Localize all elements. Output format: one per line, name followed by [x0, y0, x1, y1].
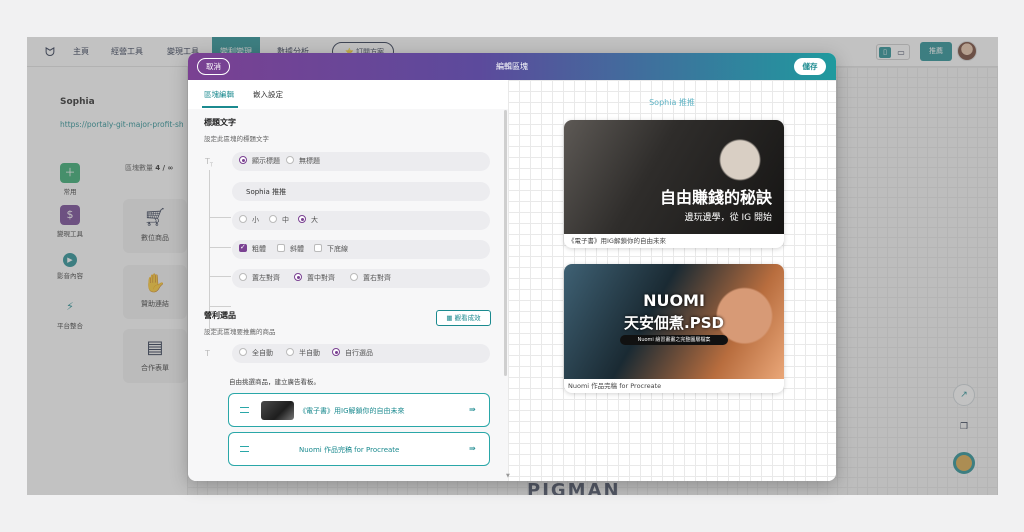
- card-subline: 邊玩邊學，從 IG 開始: [684, 213, 772, 223]
- option-label: 半自動: [299, 349, 320, 357]
- option-label: 下底線: [327, 245, 348, 253]
- radio-self-select[interactable]: 自行選品: [332, 348, 373, 358]
- title-section-heading: 標題文字: [204, 118, 236, 127]
- card-headline: 自由賺錢的秘訣: [659, 188, 772, 207]
- option-label: 中: [282, 216, 289, 224]
- option-label: 粗體: [252, 245, 266, 253]
- modal-header: 編輯區塊 取消 儲存: [188, 53, 836, 80]
- radio-indicator: [298, 215, 306, 223]
- radio-indicator: [286, 348, 294, 356]
- checkbox-indicator: [239, 243, 247, 252]
- checkbox-underline[interactable]: 下底線: [314, 244, 348, 254]
- preview-image: NUOMI 天安佃煮.PSD Nuomi 繪習畫畫之完整圖層檔案: [564, 264, 784, 379]
- radio-fully-auto[interactable]: 全自動: [239, 348, 273, 358]
- title-section-desc: 設定此區塊的標題文字: [204, 135, 269, 143]
- tree-line: [209, 170, 210, 328]
- tab-bar: 區塊編輯 嵌入設定: [188, 80, 508, 109]
- checkbox-bold[interactable]: 粗體: [239, 243, 266, 254]
- radio-indicator: [350, 273, 358, 281]
- option-label: 置左對齊: [252, 274, 280, 282]
- curated-hint: 自由挑選商品，建立廣告看板。: [229, 378, 320, 386]
- modal-title: 編輯區塊: [496, 62, 528, 71]
- radio-show-title[interactable]: 顯示標題: [239, 156, 280, 166]
- radio-indicator: [239, 273, 247, 281]
- radio-indicator: [332, 348, 340, 356]
- radio-indicator: [294, 273, 302, 281]
- text-icon: T: [205, 349, 210, 358]
- radio-size-small[interactable]: 小: [239, 215, 259, 225]
- save-button[interactable]: 儲存: [794, 58, 826, 75]
- checkbox-italic[interactable]: 斜體: [277, 244, 304, 254]
- card-subline: 天安佃煮.PSD: [624, 314, 724, 332]
- editor-scrollbar[interactable]: [504, 110, 507, 376]
- preview-title: Sophia 推推: [649, 98, 695, 107]
- tree-line: [209, 217, 231, 218]
- view-results-label: 觀看成效: [454, 314, 481, 322]
- card-caption: 《電子書》用IG解鎖你的自由未來: [568, 237, 666, 245]
- drag-handle-icon[interactable]: [240, 446, 249, 452]
- radio-indicator: [269, 215, 277, 223]
- card-headline: NUOMI: [643, 291, 705, 310]
- radio-indicator: [239, 156, 247, 164]
- preview-card[interactable]: NUOMI 天安佃煮.PSD Nuomi 繪習畫畫之完整圖層檔案 Nuomi 作…: [564, 264, 784, 393]
- option-label: 全自動: [252, 349, 273, 357]
- product-item[interactable]: 《電子書》用IG解鎖你的自由未來 ⇛: [228, 393, 490, 427]
- tree-line: [209, 276, 231, 277]
- option-label: 置右對齊: [363, 274, 391, 282]
- product-thumbnail: [261, 401, 294, 420]
- radio-align-center[interactable]: 置中對齊: [294, 273, 335, 283]
- tree-line: [209, 247, 231, 248]
- checkbox-indicator: [314, 244, 322, 252]
- title-visibility-row: 顯示標題 無標題: [232, 152, 490, 171]
- preview-panel: Sophia 推推 自由賺錢的秘訣 邊玩邊學，從 IG 開始 《電子書》用IG解…: [508, 80, 836, 481]
- profit-section-heading: 營利選品: [204, 311, 236, 320]
- title-size-row: 小 中 大: [232, 211, 490, 230]
- option-label: 無標題: [299, 157, 320, 165]
- radio-indicator: [286, 156, 294, 164]
- product-name: 《電子書》用IG解鎖你的自由未來: [299, 407, 405, 415]
- product-name: Nuomi 作品完稿 for Procreate: [299, 446, 400, 454]
- product-item[interactable]: Nuomi 作品完稿 for Procreate ⇛: [228, 432, 490, 466]
- edit-block-modal: 編輯區塊 取消 儲存 區塊編輯 嵌入設定 標題文字 設定此區塊的標題文字 TT …: [188, 53, 836, 481]
- option-label: 自行選品: [345, 349, 373, 357]
- title-align-row: 置左對齊 置中對齊 置右對齊: [232, 269, 490, 288]
- radio-indicator: [239, 348, 247, 356]
- tree-line: [209, 306, 231, 307]
- radio-semi-auto[interactable]: 半自動: [286, 348, 320, 358]
- title-style-row: 粗體 斜體 下底線: [232, 240, 490, 259]
- preview-card[interactable]: 自由賺錢的秘訣 邊玩邊學，從 IG 開始 《電子書》用IG解鎖你的自由未來: [564, 120, 784, 248]
- product-thumbnail: [261, 440, 294, 459]
- text-icon: TT: [205, 157, 213, 169]
- scroll-down-icon[interactable]: ▼: [506, 473, 510, 479]
- preview-image: 自由賺錢的秘訣 邊玩邊學，從 IG 開始: [564, 120, 784, 234]
- radio-align-right[interactable]: 置右對齊: [350, 273, 391, 283]
- goto-icon[interactable]: ⇛: [469, 405, 476, 414]
- tab-block-edit[interactable]: 區塊編輯: [204, 89, 234, 100]
- option-label: 大: [311, 216, 318, 224]
- option-label: 置中對齊: [307, 274, 335, 282]
- cancel-button[interactable]: 取消: [197, 58, 230, 75]
- view-results-button[interactable]: ▦ 觀看成效: [436, 310, 491, 326]
- grid-icon: ▦: [446, 314, 455, 322]
- selection-mode-row: 全自動 半自動 自行選品: [232, 344, 490, 363]
- card-chip: Nuomi 繪習畫畫之完整圖層檔案: [620, 335, 728, 345]
- radio-no-title[interactable]: 無標題: [286, 156, 320, 166]
- checkbox-indicator: [277, 244, 285, 252]
- card-caption: Nuomi 作品完稿 for Procreate: [568, 382, 662, 390]
- radio-size-medium[interactable]: 中: [269, 215, 289, 225]
- tab-embed-settings[interactable]: 嵌入設定: [253, 89, 283, 100]
- profit-section-desc: 設定此區塊要推薦的商品: [204, 328, 276, 336]
- goto-icon[interactable]: ⇛: [469, 444, 476, 453]
- option-label: 顯示標題: [252, 157, 280, 165]
- active-tab-indicator: [202, 106, 238, 108]
- editor-panel: 區塊編輯 嵌入設定 標題文字 設定此區塊的標題文字 TT 顯示標題 無標題 小 …: [188, 80, 508, 481]
- drag-handle-icon[interactable]: [240, 407, 249, 413]
- radio-indicator: [239, 215, 247, 223]
- title-text-input[interactable]: [232, 182, 490, 201]
- option-label: 小: [252, 216, 259, 224]
- option-label: 斜體: [290, 245, 304, 253]
- radio-size-large[interactable]: 大: [298, 215, 318, 225]
- radio-align-left[interactable]: 置左對齊: [239, 273, 280, 283]
